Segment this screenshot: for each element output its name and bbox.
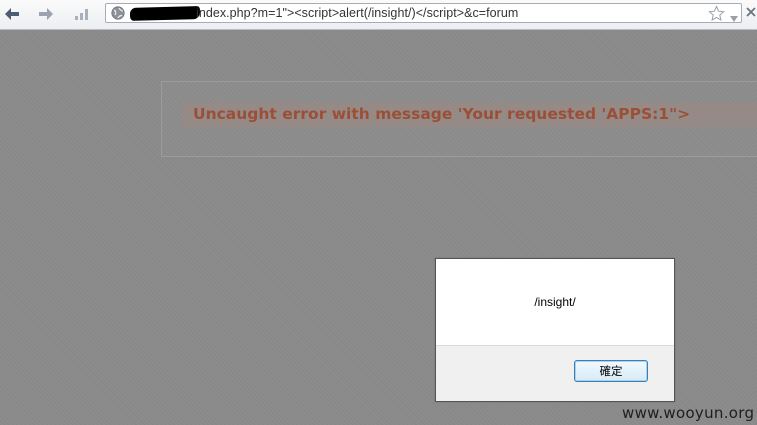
address-bar[interactable]: index.php?m=1"><script>alert(/insight/)<… [105, 3, 742, 23]
error-bar: Uncaught error with message 'Your reques… [182, 102, 757, 127]
star-icon[interactable] [708, 5, 725, 22]
globe-icon[interactable] [111, 6, 125, 20]
error-box: Uncaught error with message 'Your reques… [161, 81, 757, 157]
close-icon[interactable] [745, 5, 757, 19]
page-viewport: Uncaught error with message 'Your reques… [0, 30, 757, 425]
alert-dialog: /insight/ 確定 [435, 258, 675, 402]
alert-dialog-footer: 確定 [436, 345, 674, 401]
browser-toolbar: index.php?m=1"><script>alert(/insight/)<… [0, 0, 757, 30]
url-text[interactable]: index.php?m=1"><script>alert(/insight/)<… [196, 6, 518, 20]
ok-button[interactable]: 確定 [574, 360, 648, 382]
dropdown-triangle-icon[interactable] [729, 10, 739, 22]
watermark: www.wooyun.org [622, 404, 755, 422]
redaction-mark [129, 6, 201, 21]
signal-bars-icon[interactable] [72, 5, 92, 23]
alert-message: /insight/ [534, 295, 576, 309]
forward-arrow-icon[interactable] [36, 5, 56, 23]
back-arrow-icon[interactable] [2, 5, 22, 23]
error-message: Uncaught error with message 'Your reques… [193, 105, 691, 123]
